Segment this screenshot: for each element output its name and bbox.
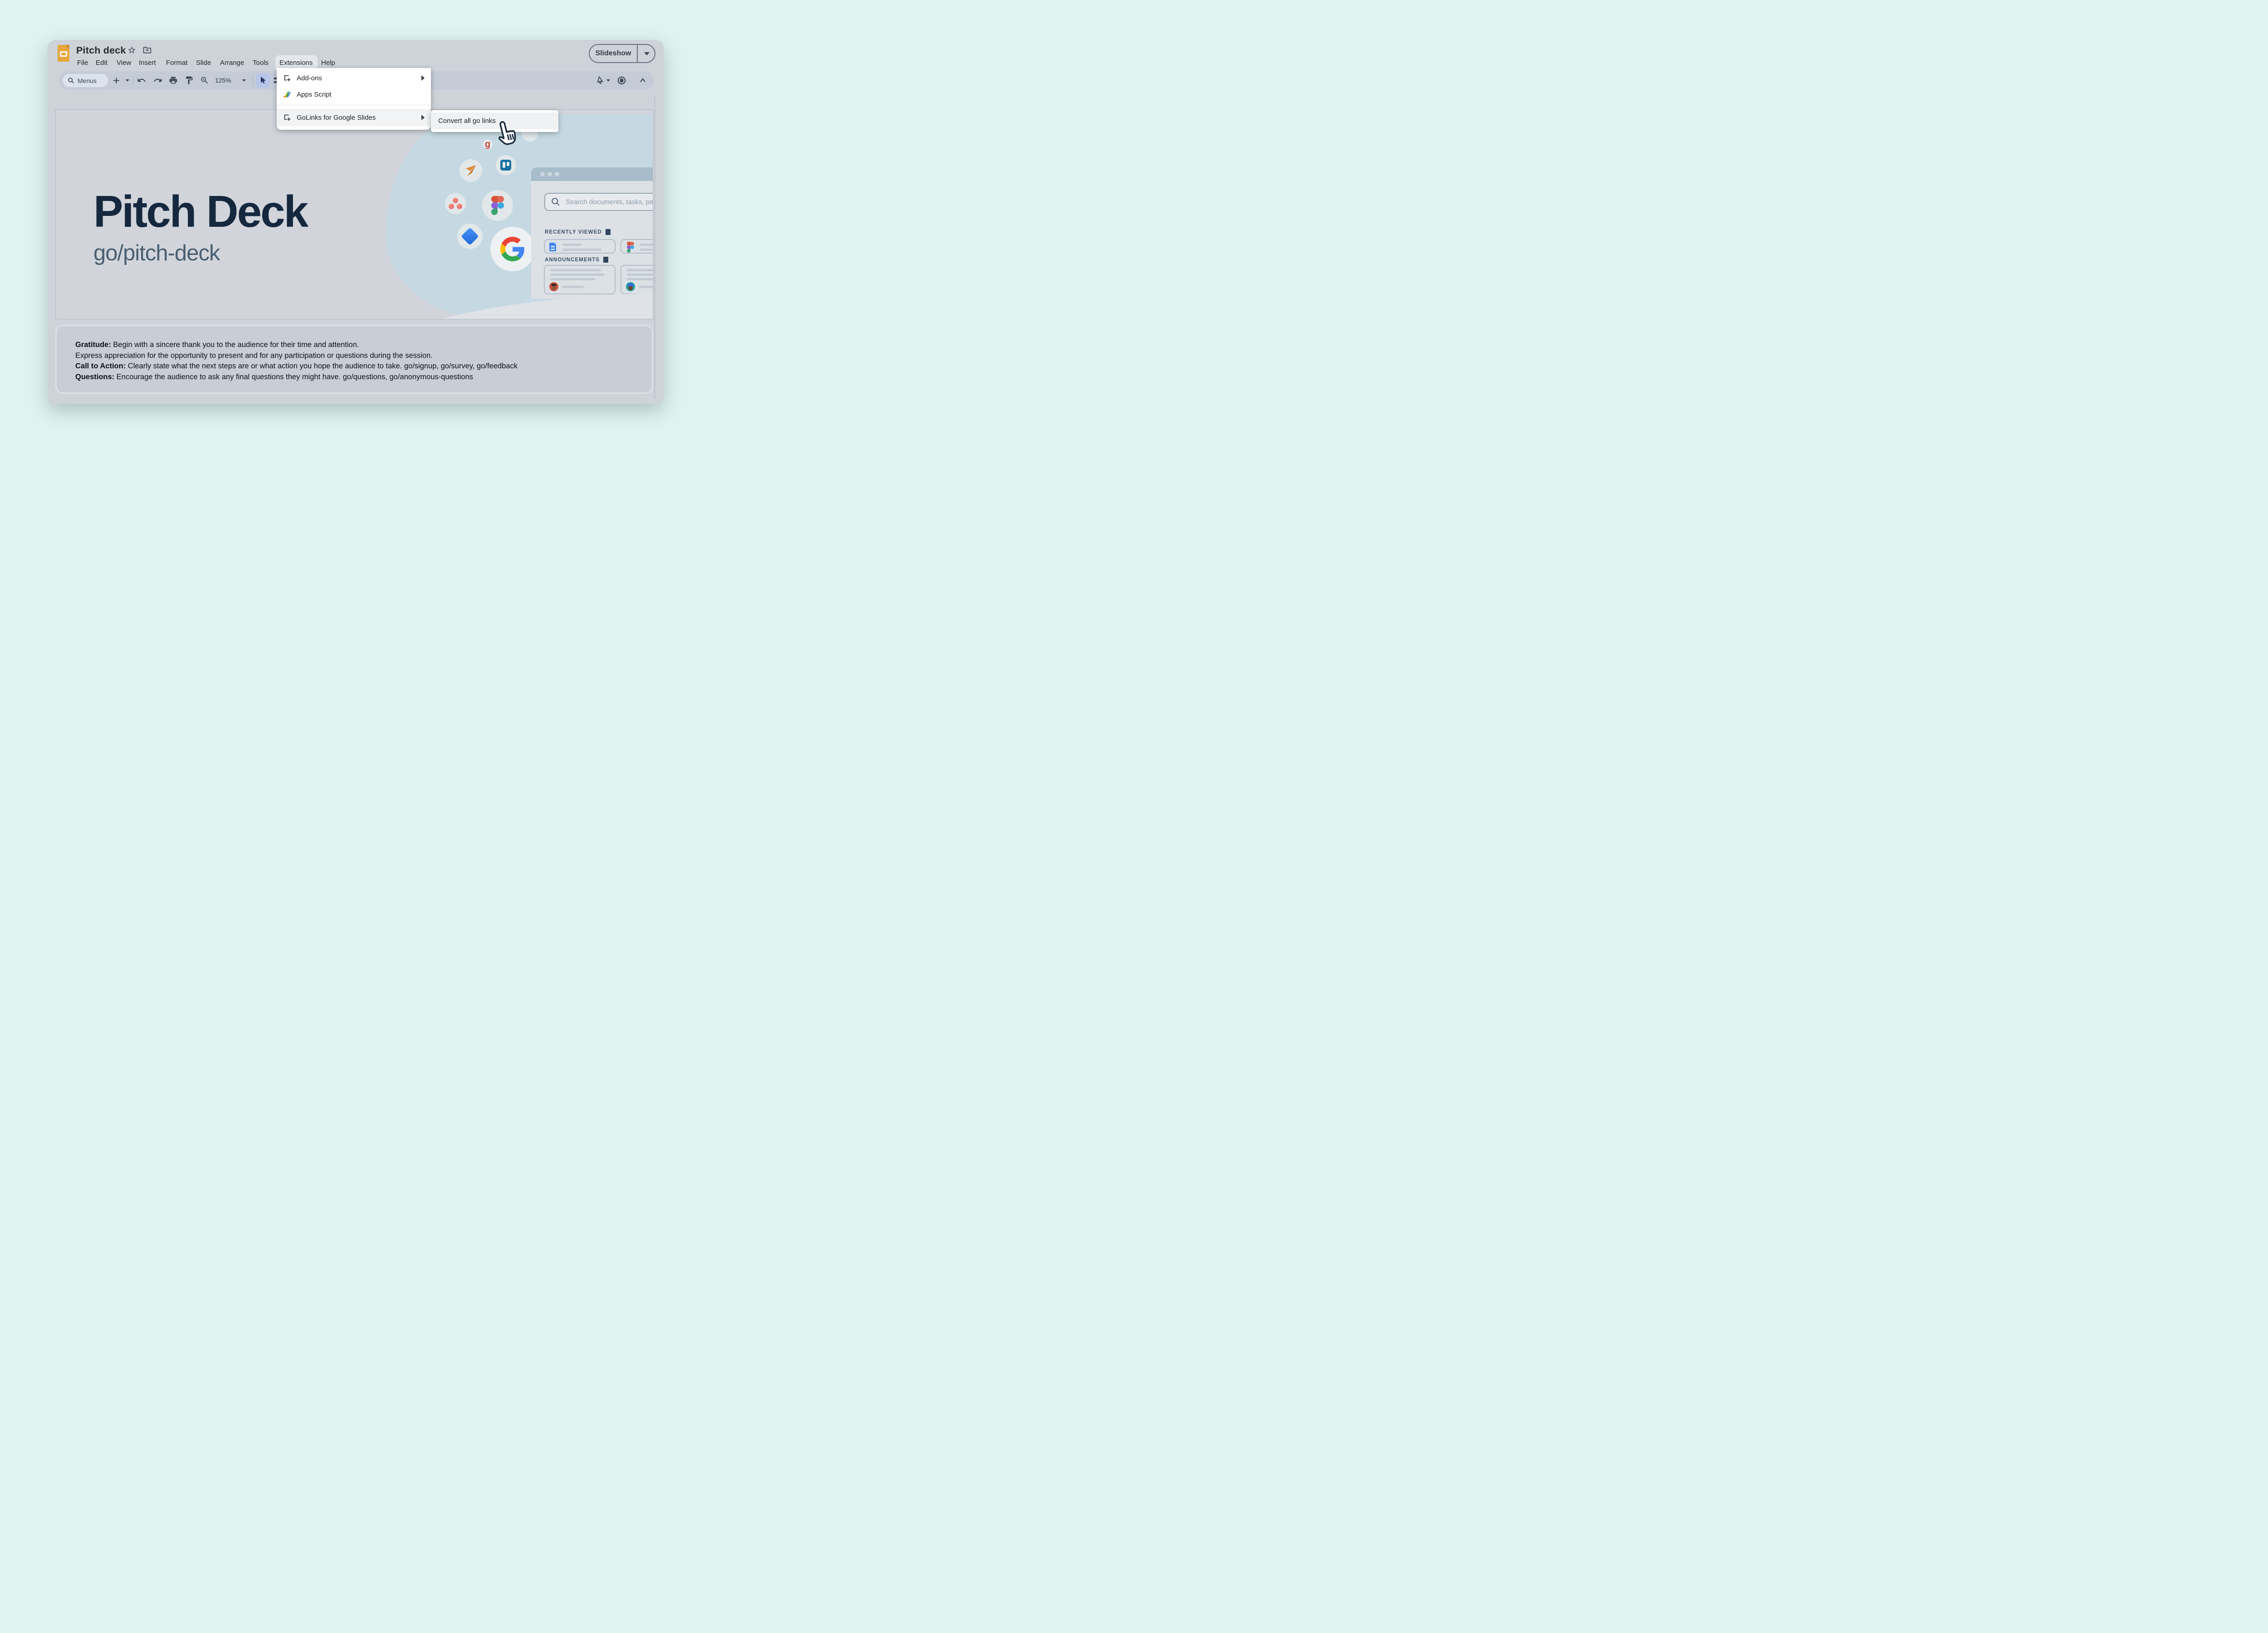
search-icon	[68, 77, 74, 84]
figma-icon	[482, 190, 513, 221]
section-announcements: ANNOUNCEMENTS	[545, 257, 608, 263]
menubar: File Edit View Insert Format Slide Arran…	[48, 57, 664, 69]
notes-line: Gratitude: Begin with a sincere thank yo…	[75, 340, 638, 351]
menu-tools[interactable]: Tools	[253, 57, 269, 69]
move-folder-icon[interactable]	[142, 45, 152, 57]
apps-script-icon	[283, 90, 291, 98]
mock-search-input: Search documents, tasks, people	[544, 193, 653, 211]
mock-search-placeholder: Search documents, tasks, people	[566, 198, 653, 206]
redact-square	[603, 257, 608, 263]
menu-arrange[interactable]: Arrange	[220, 57, 244, 69]
jira-icon	[457, 224, 483, 249]
screenshot-stage: Pitch deck Slideshow File Edit View Inse…	[0, 0, 711, 445]
menu-item-apps-script[interactable]: Apps Script	[277, 86, 431, 103]
menu-item-golinks[interactable]: GoLinks for Google Slides	[277, 109, 431, 126]
illustration-browser-window: Search documents, tasks, people RECENTLY…	[531, 167, 653, 299]
logo-fold	[65, 45, 69, 49]
search-icon	[551, 197, 561, 207]
menu-view[interactable]: View	[117, 57, 131, 69]
star-icon[interactable]	[127, 46, 136, 57]
slideshow-caret-icon[interactable]	[644, 52, 650, 55]
logo-frame	[60, 51, 67, 57]
asana-icon	[445, 193, 466, 214]
select-tool-active[interactable]	[256, 73, 270, 88]
add-on-icon	[283, 113, 291, 122]
redo-button[interactable]	[153, 76, 162, 85]
new-slide-caret-icon[interactable]	[126, 79, 129, 82]
paint-format-button[interactable]	[185, 76, 194, 85]
menu-help[interactable]: Help	[321, 57, 335, 69]
greenhouse-icon: g	[483, 139, 493, 149]
paper-arrow-icon	[459, 159, 482, 182]
menu-item-add-ons[interactable]: Add-ons	[277, 70, 431, 86]
select-cursor-icon	[259, 76, 268, 85]
menus-label: Menus	[78, 77, 97, 84]
print-button[interactable]	[169, 76, 178, 85]
zoom-caret-icon[interactable]	[242, 79, 246, 82]
slide-title[interactable]: Pitch Deck	[93, 186, 307, 237]
menu-extensions[interactable]: Extensions	[279, 57, 313, 69]
window-dot	[540, 172, 545, 176]
figma-icon	[627, 242, 634, 253]
notes-line: Express appreciation for the opportunity…	[75, 351, 638, 362]
laser-pointer-button[interactable]	[596, 76, 605, 85]
zoom-in-button[interactable]	[200, 76, 209, 85]
extensions-dropdown-menu: Add-ons Apps Script	[277, 68, 431, 130]
recent-card-figma	[621, 239, 653, 254]
pointer-caret-icon[interactable]	[606, 79, 610, 82]
record-button[interactable]	[617, 76, 626, 85]
slide-subtitle[interactable]: go/pitch-deck	[93, 240, 220, 266]
submenu-arrow-icon	[421, 75, 425, 81]
menu-insert[interactable]: Insert	[139, 57, 156, 69]
notes-line: Call to Action: Clearly state what the n…	[75, 361, 638, 372]
window-dot	[547, 172, 552, 176]
document-title[interactable]: Pitch deck	[76, 44, 126, 57]
menu-format[interactable]: Format	[166, 57, 188, 69]
trello-icon	[496, 155, 516, 175]
zoom-level[interactable]: 125%	[215, 77, 231, 84]
browser-header	[531, 167, 653, 181]
window-dot	[555, 172, 559, 176]
illustration-wave	[346, 289, 653, 319]
menus-search-chip[interactable]: Menus	[63, 74, 108, 87]
add-on-icon	[283, 74, 291, 82]
speaker-notes-panel[interactable]: Gratitude: Begin with a sincere thank yo…	[55, 325, 653, 394]
section-recently-viewed: RECENTLY VIEWED	[545, 229, 611, 235]
new-slide-button[interactable]	[112, 76, 121, 85]
submenu-arrow-icon	[421, 115, 425, 120]
menu-slide[interactable]: Slide	[196, 57, 211, 69]
notes-line: Questions: Encourage the audience to ask…	[75, 372, 638, 383]
recent-card-docs	[544, 239, 616, 254]
slide-canvas[interactable]: g	[55, 109, 653, 319]
collapse-toolbar-button[interactable]	[639, 76, 648, 85]
google-docs-icon	[549, 243, 556, 251]
menu-edit[interactable]: Edit	[96, 57, 108, 69]
google-g-icon	[490, 227, 535, 271]
browser-body: Search documents, tasks, people RECENTLY…	[531, 181, 653, 299]
redact-square	[606, 229, 611, 235]
undo-button[interactable]	[137, 76, 146, 85]
menu-file[interactable]: File	[77, 57, 88, 69]
google-slides-window: Pitch deck Slideshow File Edit View Inse…	[48, 40, 664, 404]
slideshow-label: Slideshow	[590, 49, 637, 58]
